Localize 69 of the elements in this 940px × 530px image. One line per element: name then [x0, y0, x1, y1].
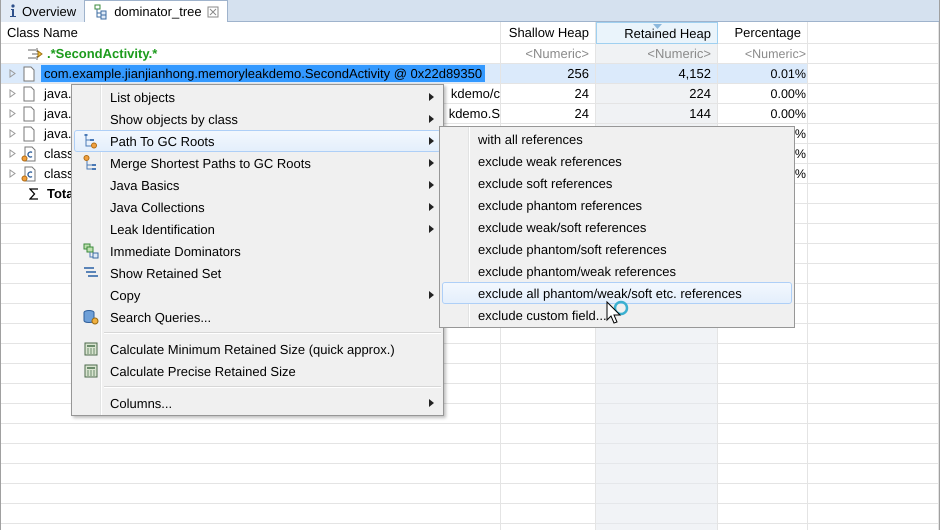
menu-item[interactable]: Leak Identification [74, 218, 441, 240]
submenu-arrow-icon [429, 115, 434, 123]
menu-item[interactable]: Search Queries... [74, 306, 441, 328]
table-cell: 24 [501, 104, 596, 124]
path-tree-icon [83, 133, 99, 149]
submenu-arrow-icon [429, 93, 434, 101]
expand-arrow-icon[interactable] [9, 129, 17, 138]
table-cell: 224 [596, 84, 718, 104]
calculator-icon [83, 341, 99, 357]
menu-item[interactable]: Calculate Minimum Retained Size (quick approx.) [74, 338, 441, 360]
menu-item[interactable]: Calculate Precise Retained Size [74, 360, 441, 382]
menu-item[interactable]: Immediate Dominators [74, 240, 441, 262]
menu-item[interactable]: Merge Shortest Paths to GC Roots [74, 152, 441, 174]
submenu-arrow-icon [429, 203, 434, 211]
expand-arrow-icon[interactable] [9, 89, 17, 98]
filter-pattern[interactable]: .*SecondActivity.* [47, 46, 158, 61]
filter-icon [27, 46, 43, 60]
menu-item[interactable]: exclude phantom references [442, 194, 792, 216]
column-header[interactable]: Shallow Heap [501, 22, 596, 44]
dominators-icon [83, 243, 99, 259]
expand-arrow-icon[interactable] [9, 69, 17, 78]
table-cell: 0.00% [718, 84, 808, 104]
column-header[interactable]: Percentage [718, 22, 808, 44]
editor-tab[interactable]: dominator_tree [85, 0, 228, 22]
submenu-arrow-icon [429, 225, 434, 233]
class-name[interactable]: kdemo.S [448, 106, 500, 121]
submenu-arrow-icon [429, 399, 434, 407]
menu-item[interactable]: Copy [74, 284, 441, 306]
menu-item[interactable]: List objects [74, 86, 441, 108]
table-cell: 256 [501, 64, 596, 84]
submenu-arrow-icon [429, 137, 434, 145]
menu-item[interactable]: Path To GC Roots [74, 130, 441, 152]
submenu-arrow-icon [429, 159, 434, 167]
submenu-arrow-icon [429, 181, 434, 189]
menu-item[interactable]: exclude weak/soft references [442, 216, 792, 238]
table-cell: 0.00% [718, 104, 808, 124]
database-gear-icon [83, 309, 99, 325]
menu-item[interactable]: exclude custom field... [442, 304, 792, 326]
menu-item[interactable]: Java Collections [74, 196, 441, 218]
table-cell: 24 [501, 84, 596, 104]
merge-tree-icon [83, 155, 99, 171]
info-icon [9, 4, 17, 18]
menu-item[interactable]: Java Basics [74, 174, 441, 196]
class-name[interactable]: java. [41, 105, 74, 122]
menu-item[interactable]: exclude phantom/weak references [442, 260, 792, 282]
expand-arrow-icon[interactable] [9, 169, 17, 178]
column-header[interactable]: Retained Heap [596, 22, 718, 44]
sum-icon [29, 188, 39, 200]
expand-arrow-icon[interactable] [9, 109, 17, 118]
table-cell: 144 [596, 104, 718, 124]
class-name[interactable]: java. [41, 125, 74, 142]
menu-item[interactable]: Columns... [74, 392, 441, 414]
class-name[interactable]: com.example.jianjianhong.memoryleakdemo.SecondActivity @ 0x22d89350 [41, 65, 486, 82]
close-icon[interactable] [206, 6, 219, 18]
menu-item[interactable]: Show objects by class [74, 108, 441, 130]
submenu-arrow-icon [429, 291, 434, 299]
table-cell: 4,152 [596, 64, 718, 84]
column-header[interactable]: Class Name [1, 22, 501, 44]
expand-arrow-icon[interactable] [9, 149, 17, 158]
editor-tab[interactable]: Overview [1, 0, 86, 22]
menu-item[interactable]: Show Retained Set [74, 262, 441, 284]
sort-indicator-icon [653, 24, 662, 29]
calculator-icon [83, 363, 99, 379]
class-name[interactable]: kdemo/c [450, 86, 500, 101]
menu-item[interactable]: exclude all phantom/weak/soft etc. references [442, 282, 792, 304]
table-cell: 0.01% [718, 64, 808, 84]
tree-icon [93, 4, 110, 20]
class-name[interactable]: java. [41, 85, 74, 102]
menu-item[interactable]: exclude phantom/soft references [442, 238, 792, 260]
